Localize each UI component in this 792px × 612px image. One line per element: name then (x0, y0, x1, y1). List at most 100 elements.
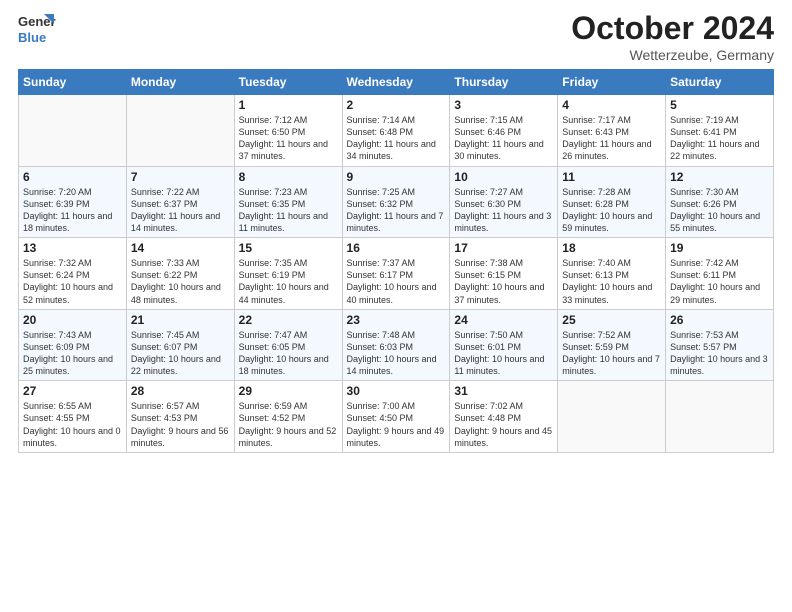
day-cell: 5 Sunrise: 7:19 AM Sunset: 6:41 PM Daylig… (666, 95, 774, 167)
day-info: Sunrise: 7:42 AM Sunset: 6:11 PM Dayligh… (670, 257, 769, 306)
day-info: Sunrise: 7:50 AM Sunset: 6:01 PM Dayligh… (454, 329, 553, 378)
day-number: 9 (347, 170, 446, 184)
day-cell: 14 Sunrise: 7:33 AM Sunset: 6:22 PM Dayli… (126, 238, 234, 310)
day-cell: 30 Sunrise: 7:00 AM Sunset: 4:50 PM Dayli… (342, 381, 450, 453)
day-number: 4 (562, 98, 661, 112)
day-number: 21 (131, 313, 230, 327)
day-info: Sunrise: 7:20 AM Sunset: 6:39 PM Dayligh… (23, 186, 122, 235)
svg-text:Blue: Blue (18, 30, 46, 45)
day-cell: 25 Sunrise: 7:52 AM Sunset: 5:59 PM Dayli… (558, 309, 666, 381)
day-info: Sunrise: 7:37 AM Sunset: 6:17 PM Dayligh… (347, 257, 446, 306)
day-info: Sunrise: 7:19 AM Sunset: 6:41 PM Dayligh… (670, 114, 769, 163)
day-info: Sunrise: 7:12 AM Sunset: 6:50 PM Dayligh… (239, 114, 338, 163)
header: General Blue October 2024 Wetterzeube, G… (18, 10, 774, 63)
day-info: Sunrise: 7:22 AM Sunset: 6:37 PM Dayligh… (131, 186, 230, 235)
day-number: 5 (670, 98, 769, 112)
day-cell: 28Sunrise: 6:57 AM Sunset: 4:53 PM Dayli… (126, 381, 234, 453)
day-cell: 31 Sunrise: 7:02 AM Sunset: 4:48 PM Dayli… (450, 381, 558, 453)
day-info: Sunrise: 7:38 AM Sunset: 6:15 PM Dayligh… (454, 257, 553, 306)
day-number: 17 (454, 241, 553, 255)
day-info: Sunrise: 7:43 AM Sunset: 6:09 PM Dayligh… (23, 329, 122, 378)
day-number: 2 (347, 98, 446, 112)
day-cell: 4 Sunrise: 7:17 AM Sunset: 6:43 PM Daylig… (558, 95, 666, 167)
logo: General Blue (18, 10, 56, 52)
day-info: Sunrise: 7:15 AM Sunset: 6:46 PM Dayligh… (454, 114, 553, 163)
day-cell: 2 Sunrise: 7:14 AM Sunset: 6:48 PM Daylig… (342, 95, 450, 167)
week-row-5: 27Sunrise: 6:55 AM Sunset: 4:55 PM Dayli… (19, 381, 774, 453)
day-number: 30 (347, 384, 446, 398)
day-info: Sunrise: 7:00 AM Sunset: 4:50 PM Dayligh… (347, 400, 446, 449)
day-number: 3 (454, 98, 553, 112)
week-row-2: 6 Sunrise: 7:20 AM Sunset: 6:39 PM Daylig… (19, 166, 774, 238)
title-month: October 2024 (571, 10, 774, 47)
day-number: 22 (239, 313, 338, 327)
col-tuesday: Tuesday (234, 70, 342, 95)
day-info: Sunrise: 7:47 AM Sunset: 6:05 PM Dayligh… (239, 329, 338, 378)
day-number: 15 (239, 241, 338, 255)
day-number: 14 (131, 241, 230, 255)
day-cell (126, 95, 234, 167)
day-info: Sunrise: 7:27 AM Sunset: 6:30 PM Dayligh… (454, 186, 553, 235)
day-number: 27 (23, 384, 122, 398)
day-number: 6 (23, 170, 122, 184)
day-cell: 3 Sunrise: 7:15 AM Sunset: 6:46 PM Daylig… (450, 95, 558, 167)
title-location: Wetterzeube, Germany (571, 47, 774, 63)
day-cell: 29Sunrise: 6:59 AM Sunset: 4:52 PM Dayli… (234, 381, 342, 453)
day-cell: 11Sunrise: 7:28 AM Sunset: 6:28 PM Dayli… (558, 166, 666, 238)
page: General Blue October 2024 Wetterzeube, G… (0, 0, 792, 612)
day-cell: 12 Sunrise: 7:30 AM Sunset: 6:26 PM Dayli… (666, 166, 774, 238)
col-friday: Friday (558, 70, 666, 95)
day-cell: 27Sunrise: 6:55 AM Sunset: 4:55 PM Dayli… (19, 381, 127, 453)
day-number: 24 (454, 313, 553, 327)
day-number: 31 (454, 384, 553, 398)
day-info: Sunrise: 7:23 AM Sunset: 6:35 PM Dayligh… (239, 186, 338, 235)
day-cell: 23Sunrise: 7:48 AM Sunset: 6:03 PM Dayli… (342, 309, 450, 381)
day-cell: 26 Sunrise: 7:53 AM Sunset: 5:57 PM Dayli… (666, 309, 774, 381)
day-number: 8 (239, 170, 338, 184)
day-info: Sunrise: 7:48 AM Sunset: 6:03 PM Dayligh… (347, 329, 446, 378)
day-info: Sunrise: 7:30 AM Sunset: 6:26 PM Dayligh… (670, 186, 769, 235)
day-info: Sunrise: 7:32 AM Sunset: 6:24 PM Dayligh… (23, 257, 122, 306)
week-row-3: 13 Sunrise: 7:32 AM Sunset: 6:24 PM Dayli… (19, 238, 774, 310)
day-cell: 7 Sunrise: 7:22 AM Sunset: 6:37 PM Daylig… (126, 166, 234, 238)
day-cell: 15Sunrise: 7:35 AM Sunset: 6:19 PM Dayli… (234, 238, 342, 310)
day-cell: 10 Sunrise: 7:27 AM Sunset: 6:30 PM Dayli… (450, 166, 558, 238)
day-info: Sunrise: 7:14 AM Sunset: 6:48 PM Dayligh… (347, 114, 446, 163)
col-saturday: Saturday (666, 70, 774, 95)
calendar-table: Sunday Monday Tuesday Wednesday Thursday… (18, 69, 774, 453)
day-info: Sunrise: 7:33 AM Sunset: 6:22 PM Dayligh… (131, 257, 230, 306)
week-row-1: 1 Sunrise: 7:12 AM Sunset: 6:50 PM Daylig… (19, 95, 774, 167)
day-cell: 8 Sunrise: 7:23 AM Sunset: 6:35 PM Daylig… (234, 166, 342, 238)
day-cell: 24 Sunrise: 7:50 AM Sunset: 6:01 PM Dayli… (450, 309, 558, 381)
day-number: 10 (454, 170, 553, 184)
day-cell (666, 381, 774, 453)
col-monday: Monday (126, 70, 234, 95)
day-number: 12 (670, 170, 769, 184)
day-info: Sunrise: 7:17 AM Sunset: 6:43 PM Dayligh… (562, 114, 661, 163)
day-info: Sunrise: 7:02 AM Sunset: 4:48 PM Dayligh… (454, 400, 553, 449)
day-info: Sunrise: 7:53 AM Sunset: 5:57 PM Dayligh… (670, 329, 769, 378)
day-number: 1 (239, 98, 338, 112)
col-sunday: Sunday (19, 70, 127, 95)
day-info: Sunrise: 7:52 AM Sunset: 5:59 PM Dayligh… (562, 329, 661, 378)
day-cell: 20 Sunrise: 7:43 AM Sunset: 6:09 PM Dayli… (19, 309, 127, 381)
day-info: Sunrise: 7:40 AM Sunset: 6:13 PM Dayligh… (562, 257, 661, 306)
day-cell (19, 95, 127, 167)
day-info: Sunrise: 7:45 AM Sunset: 6:07 PM Dayligh… (131, 329, 230, 378)
day-info: Sunrise: 6:59 AM Sunset: 4:52 PM Dayligh… (239, 400, 338, 449)
day-number: 26 (670, 313, 769, 327)
day-number: 13 (23, 241, 122, 255)
day-cell (558, 381, 666, 453)
day-cell: 6 Sunrise: 7:20 AM Sunset: 6:39 PM Daylig… (19, 166, 127, 238)
day-cell: 18Sunrise: 7:40 AM Sunset: 6:13 PM Dayli… (558, 238, 666, 310)
day-number: 25 (562, 313, 661, 327)
logo-svg: General Blue (18, 10, 56, 52)
day-cell: 1 Sunrise: 7:12 AM Sunset: 6:50 PM Daylig… (234, 95, 342, 167)
day-number: 19 (670, 241, 769, 255)
day-cell: 16Sunrise: 7:37 AM Sunset: 6:17 PM Dayli… (342, 238, 450, 310)
day-number: 7 (131, 170, 230, 184)
day-info: Sunrise: 7:28 AM Sunset: 6:28 PM Dayligh… (562, 186, 661, 235)
day-number: 20 (23, 313, 122, 327)
col-wednesday: Wednesday (342, 70, 450, 95)
title-block: October 2024 Wetterzeube, Germany (571, 10, 774, 63)
